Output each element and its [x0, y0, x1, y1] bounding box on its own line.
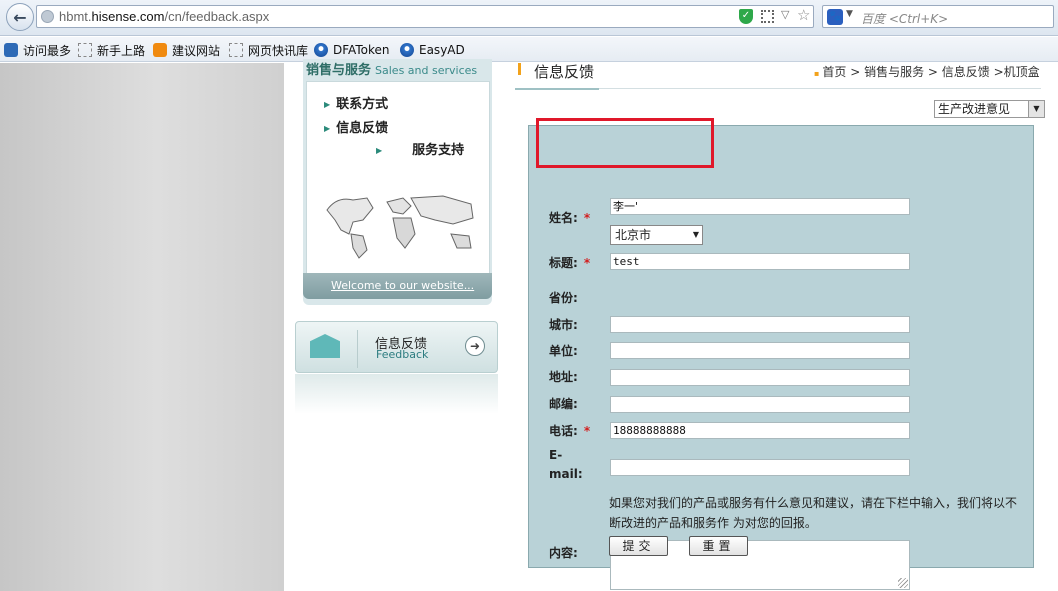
page-margin — [0, 63, 284, 591]
chevron-down-icon[interactable]: ▽ — [781, 8, 789, 21]
feedback-type-select[interactable]: 生产改进意见 ▼ — [934, 100, 1045, 118]
zip-field[interactable] — [610, 396, 910, 413]
content-label: 内容: — [549, 546, 578, 560]
sidebar-menu: ▶ 联系方式 ▶ 信息反馈 ▶ 服务支持 — [306, 81, 490, 277]
search-placeholder: 百度 <Ctrl+K> — [861, 12, 949, 26]
bookmark-most-visited[interactable]: 访问最多 — [4, 41, 71, 59]
back-button[interactable]: ← — [6, 3, 34, 31]
unit-label: 单位: — [549, 344, 578, 358]
submit-button[interactable]: 提交 — [609, 536, 668, 556]
page-icon — [78, 43, 92, 57]
baidu-paw-icon[interactable]: 🐾 — [827, 9, 843, 25]
reset-button[interactable]: 重置 — [689, 536, 748, 556]
zip-label: 邮编: — [549, 397, 578, 411]
world-map-icon — [326, 195, 474, 259]
sidebar-item-support[interactable]: ▶ 服务支持 — [376, 139, 464, 158]
app-icon — [400, 43, 414, 57]
browser-toolbar: ← hbmt.hisense.com/cn/feedback.aspx ✓ ▽ … — [0, 0, 1058, 36]
card-reflection — [295, 374, 498, 414]
name-field[interactable]: 李一' — [610, 198, 910, 215]
province-select[interactable]: 北京市 ▼ — [610, 225, 703, 245]
feedback-form: 姓名: * 李一' 标题: * test 省份: 北京市 ▼ 城市: 单位: 地址: … — [528, 125, 1034, 590]
arrow-right-icon[interactable]: ➜ — [465, 336, 485, 356]
highlight-box — [536, 118, 714, 168]
app-icon — [314, 43, 328, 57]
sidebar: 销售与服务 Sales and services ▶ 联系方式 ▶ 信息反馈 ▶ 服务支… — [303, 59, 492, 305]
address-field[interactable] — [610, 369, 910, 386]
bookmark-suggested-sites[interactable]: 建议网站 — [153, 41, 220, 59]
page-title: 信息反馈 — [534, 63, 595, 81]
url-text: hbmt.hisense.com/cn/feedback.aspx — [59, 9, 270, 24]
title-marker — [518, 63, 521, 75]
feedback-card-subtitle: Feedback — [376, 348, 429, 361]
divider — [357, 330, 358, 368]
star-icon[interactable]: ☆ — [797, 6, 810, 24]
triangle-right-icon: ▶ — [376, 146, 383, 155]
page: 销售与服务 Sales and services ▶ 联系方式 ▶ 信息反馈 ▶ 服务支… — [0, 59, 1058, 591]
province-label: 省份: — [549, 291, 578, 305]
qr-code-icon[interactable] — [761, 10, 774, 23]
email-label-line2: mail: — [549, 467, 583, 481]
triangle-right-icon: ▶ — [324, 100, 331, 109]
email-label-line1: E- — [549, 448, 563, 462]
breadcrumb[interactable]: ▪ 首页 > 销售与服务 > 信息反馈 >机顶盒 — [814, 63, 1040, 80]
address-label: 地址: — [549, 370, 578, 384]
chevron-down-icon[interactable]: ▼ — [846, 9, 853, 19]
unit-field[interactable] — [610, 342, 910, 359]
sidebar-item-feedback[interactable]: ▶ 信息反馈 — [324, 117, 388, 136]
globe-icon — [41, 10, 54, 23]
shield-icon[interactable]: ✓ — [739, 9, 753, 24]
phone-label: 电话: * — [549, 424, 591, 438]
form-hint: 如果您对我们的产品或服务有什么意见和建议，请在下栏中输入，我们将以不断改进的产品… — [609, 496, 1018, 530]
bulb-icon — [153, 43, 167, 57]
feedback-card[interactable]: 信息反馈 Feedback ➜ — [295, 321, 498, 373]
bullet-icon: ▪ — [814, 69, 820, 78]
chevron-down-icon[interactable]: ▼ — [693, 226, 699, 244]
city-field[interactable] — [610, 316, 910, 333]
envelope-icon — [310, 334, 340, 358]
phone-field[interactable]: 18888888888 — [610, 422, 910, 439]
resize-grip-icon[interactable] — [898, 578, 908, 588]
city-label: 城市: — [549, 318, 578, 332]
divider-accent — [515, 88, 599, 90]
bookmark-dfatoken[interactable]: DFAToken — [314, 41, 389, 59]
chevron-down-icon[interactable]: ▼ — [1028, 101, 1044, 117]
title-label: 标题: * — [549, 256, 591, 270]
email-field[interactable] — [610, 459, 910, 476]
sidebar-item-contact[interactable]: ▶ 联系方式 — [324, 93, 388, 112]
address-bar[interactable]: hbmt.hisense.com/cn/feedback.aspx ✓ ▽ ☆ — [36, 5, 814, 28]
back-arrow-icon: ← — [13, 7, 27, 27]
search-doc-icon — [4, 43, 18, 57]
bookmark-getting-started[interactable]: 新手上路 — [78, 41, 145, 59]
bookmark-web-slice[interactable]: 网页快讯库 — [229, 41, 308, 59]
bookmarks-bar: 访问最多 新手上路 建议网站 网页快讯库 DFAToken EasyAD — [0, 37, 1058, 62]
page-icon — [229, 43, 243, 57]
title-field[interactable]: test — [610, 253, 910, 270]
sidebar-heading: 销售与服务 Sales and services — [306, 63, 478, 78]
name-label: 姓名: * — [549, 211, 591, 225]
welcome-link[interactable]: Welcome to our website... — [331, 279, 474, 292]
bookmark-easyad[interactable]: EasyAD — [400, 41, 465, 59]
search-bar[interactable]: 🐾 ▼ 百度 <Ctrl+K> — [822, 5, 1054, 28]
triangle-right-icon: ▶ — [324, 124, 331, 133]
